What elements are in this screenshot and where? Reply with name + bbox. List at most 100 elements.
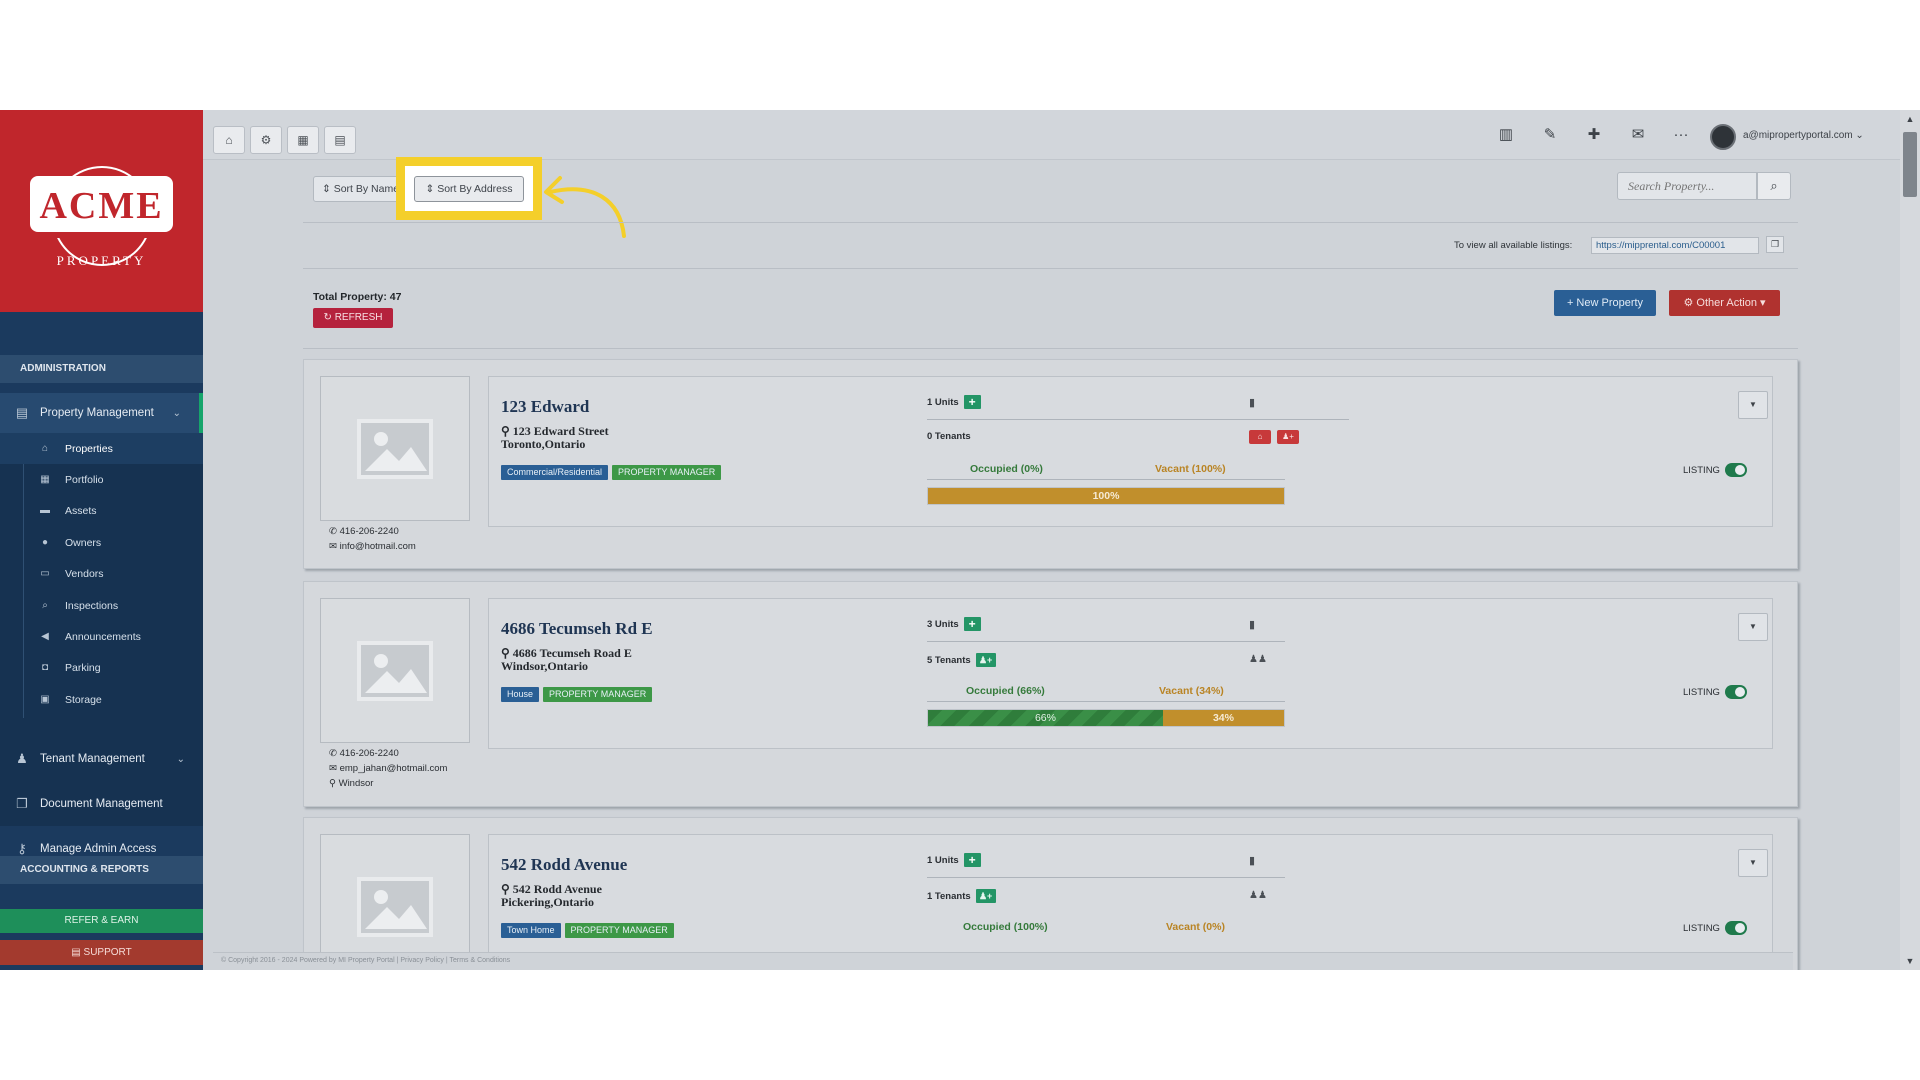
- home-button[interactable]: ⌂: [213, 126, 245, 154]
- support-button[interactable]: ▤ SUPPORT: [0, 940, 203, 965]
- property-tags: House PROPERTY MANAGER: [501, 687, 653, 702]
- user-menu[interactable]: a@mipropertyportal.com ⌄: [1743, 130, 1864, 141]
- refresh-button[interactable]: ↻ REFRESH: [313, 308, 393, 328]
- property-details: 542 Rodd Avenue ⚲ 542 Rodd Avenue Picker…: [488, 834, 1773, 970]
- search-button[interactable]: ⌕: [1757, 172, 1791, 200]
- sidebar-item-tenant-management[interactable]: ♟ Tenant Management ⌄: [0, 739, 203, 779]
- sidebar-item-properties[interactable]: ⌂ Properties: [0, 433, 203, 464]
- messages-button[interactable]: ✉: [1625, 122, 1651, 146]
- listing-toggle[interactable]: [1724, 463, 1747, 477]
- occupancy-bar: 100%: [927, 487, 1285, 505]
- sidebar-item-portfolio[interactable]: ▦ Portfolio: [0, 464, 203, 495]
- tenants-count: 5 Tenants ♟+: [927, 653, 996, 667]
- avatar[interactable]: [1710, 124, 1736, 150]
- sidebar-item-document-management[interactable]: ❐ Document Management: [0, 784, 203, 824]
- city: Toronto,Ontario: [501, 437, 586, 451]
- units-label: 1 Units: [927, 396, 959, 408]
- listing-toggle[interactable]: [1724, 921, 1747, 935]
- listing-label: LISTING: [1683, 922, 1720, 934]
- key-icon: ⚷: [17, 841, 27, 856]
- listing-toggle-row: LISTING: [1683, 685, 1747, 699]
- street: 123 Edward Street: [512, 424, 609, 438]
- sidebar: ACME PROPERTY ADMINISTRATION ▤ Property …: [0, 110, 203, 970]
- sort-by-name-button[interactable]: ⇕ Sort By Name: [313, 176, 399, 202]
- sidebar-item-storage[interactable]: ▣ Storage: [0, 684, 203, 715]
- scrollbar-track[interactable]: [1900, 110, 1920, 970]
- sidebar-item-property-management[interactable]: ▤ Property Management ⌄: [0, 393, 203, 433]
- property-image[interactable]: [320, 598, 470, 743]
- city: Windsor,Ontario: [501, 659, 589, 673]
- property-actions-dropdown[interactable]: ▼: [1738, 613, 1768, 641]
- vacant-fill: 100%: [928, 488, 1284, 504]
- location: ⚲ Windsor: [329, 776, 447, 791]
- home-alert-icon[interactable]: ⌂: [1249, 430, 1271, 444]
- vacant-label: Vacant (0%): [1166, 921, 1225, 933]
- property-image[interactable]: [320, 376, 470, 521]
- phone-icon: ✆: [329, 526, 337, 537]
- calculator-icon: ▤: [334, 133, 346, 147]
- sidebar-item-vendors[interactable]: ▭ Vendors: [0, 558, 203, 589]
- occupied-label: Occupied (66%): [966, 685, 1045, 697]
- refresh-label: REFRESH: [334, 312, 383, 323]
- tools-button[interactable]: ✎: [1537, 122, 1563, 146]
- add-tenant-button[interactable]: ♟+: [975, 653, 996, 667]
- scrollbar-thumb[interactable]: [1903, 132, 1917, 197]
- property-tags: Commercial/Residential PROPERTY MANAGER: [501, 465, 722, 480]
- more-button[interactable]: ···: [1668, 122, 1694, 146]
- reports-chart-button[interactable]: ▥: [1493, 122, 1519, 146]
- property-manager-tag: PROPERTY MANAGER: [543, 687, 653, 702]
- users-icon[interactable]: ♟♟: [1249, 654, 1267, 665]
- sidebar-item-label: Portfolio: [65, 473, 104, 486]
- sort-by-address-button[interactable]: ⇕ Sort By Address: [414, 176, 524, 202]
- listing-url[interactable]: https://mipprental.com/C00001: [1591, 237, 1759, 254]
- bookmark-icon[interactable]: ▮: [1249, 618, 1255, 631]
- refer-earn-button[interactable]: REFER & EARN: [0, 909, 203, 933]
- home-icon: ⌂: [225, 133, 233, 147]
- property-name[interactable]: 4686 Tecumseh Rd E: [501, 619, 653, 639]
- other-action-button[interactable]: ⚙ Other Action ▾: [1669, 290, 1780, 316]
- property-name[interactable]: 542 Rodd Avenue: [501, 855, 627, 875]
- property-manager-tag: PROPERTY MANAGER: [564, 923, 674, 938]
- add-unit-button[interactable]: +: [963, 395, 981, 409]
- settings-button[interactable]: ⚙: [250, 126, 282, 154]
- listing-toggle[interactable]: [1724, 685, 1747, 699]
- property-image[interactable]: [320, 834, 470, 970]
- building-icon: ▤: [15, 405, 29, 420]
- calendar-button[interactable]: ▦: [287, 126, 319, 154]
- sidebar-item-owners[interactable]: ● Owners: [0, 527, 203, 558]
- add-unit-button[interactable]: +: [963, 617, 981, 631]
- assets-icon: ▬: [40, 505, 50, 516]
- calculator-button[interactable]: ▤: [324, 126, 356, 154]
- bookmark-icon[interactable]: ▮: [1249, 396, 1255, 409]
- scroll-up-arrow[interactable]: ▲: [1903, 114, 1917, 126]
- add-tenant-button[interactable]: ♟+: [975, 889, 996, 903]
- sidebar-item-label: Storage: [65, 693, 102, 706]
- sidebar-item-label: Properties: [65, 442, 113, 455]
- property-name[interactable]: 123 Edward: [501, 397, 589, 417]
- scroll-down-arrow[interactable]: ▼: [1903, 956, 1917, 968]
- occupied-label: Occupied (100%): [963, 921, 1048, 933]
- bookmark-icon[interactable]: ▮: [1249, 854, 1255, 867]
- add-unit-button[interactable]: +: [963, 853, 981, 867]
- add-button[interactable]: ✚: [1581, 122, 1607, 146]
- add-tenant-icon[interactable]: ♟+: [1277, 430, 1299, 444]
- divider: [927, 877, 1285, 878]
- sidebar-item-announcements[interactable]: ◀ Announcements: [0, 621, 203, 652]
- sidebar-item-parking[interactable]: ◘ Parking: [0, 652, 203, 683]
- user-email: a@mipropertyportal.com: [1743, 130, 1853, 141]
- copy-url-button[interactable]: ❐: [1766, 236, 1784, 253]
- gear-icon: ⚙: [260, 133, 272, 147]
- new-property-button[interactable]: + New Property: [1554, 290, 1656, 316]
- calendar-icon: ▦: [297, 133, 309, 147]
- property-actions-dropdown[interactable]: ▼: [1738, 849, 1768, 877]
- app-window: ACME PROPERTY ADMINISTRATION ▤ Property …: [0, 110, 1920, 970]
- sidebar-item-assets[interactable]: ▬ Assets: [0, 495, 203, 526]
- sidebar-item-label: Parking: [65, 661, 101, 674]
- bar-chart-icon: ▥: [1498, 126, 1514, 143]
- plus-icon: ✚: [1587, 126, 1601, 143]
- property-actions-dropdown[interactable]: ▼: [1738, 391, 1768, 419]
- logo[interactable]: ACME PROPERTY: [0, 110, 203, 312]
- search-input[interactable]: [1617, 172, 1757, 200]
- users-icon[interactable]: ♟♟: [1249, 890, 1267, 901]
- sidebar-item-inspections[interactable]: ⌕ Inspections: [0, 590, 203, 621]
